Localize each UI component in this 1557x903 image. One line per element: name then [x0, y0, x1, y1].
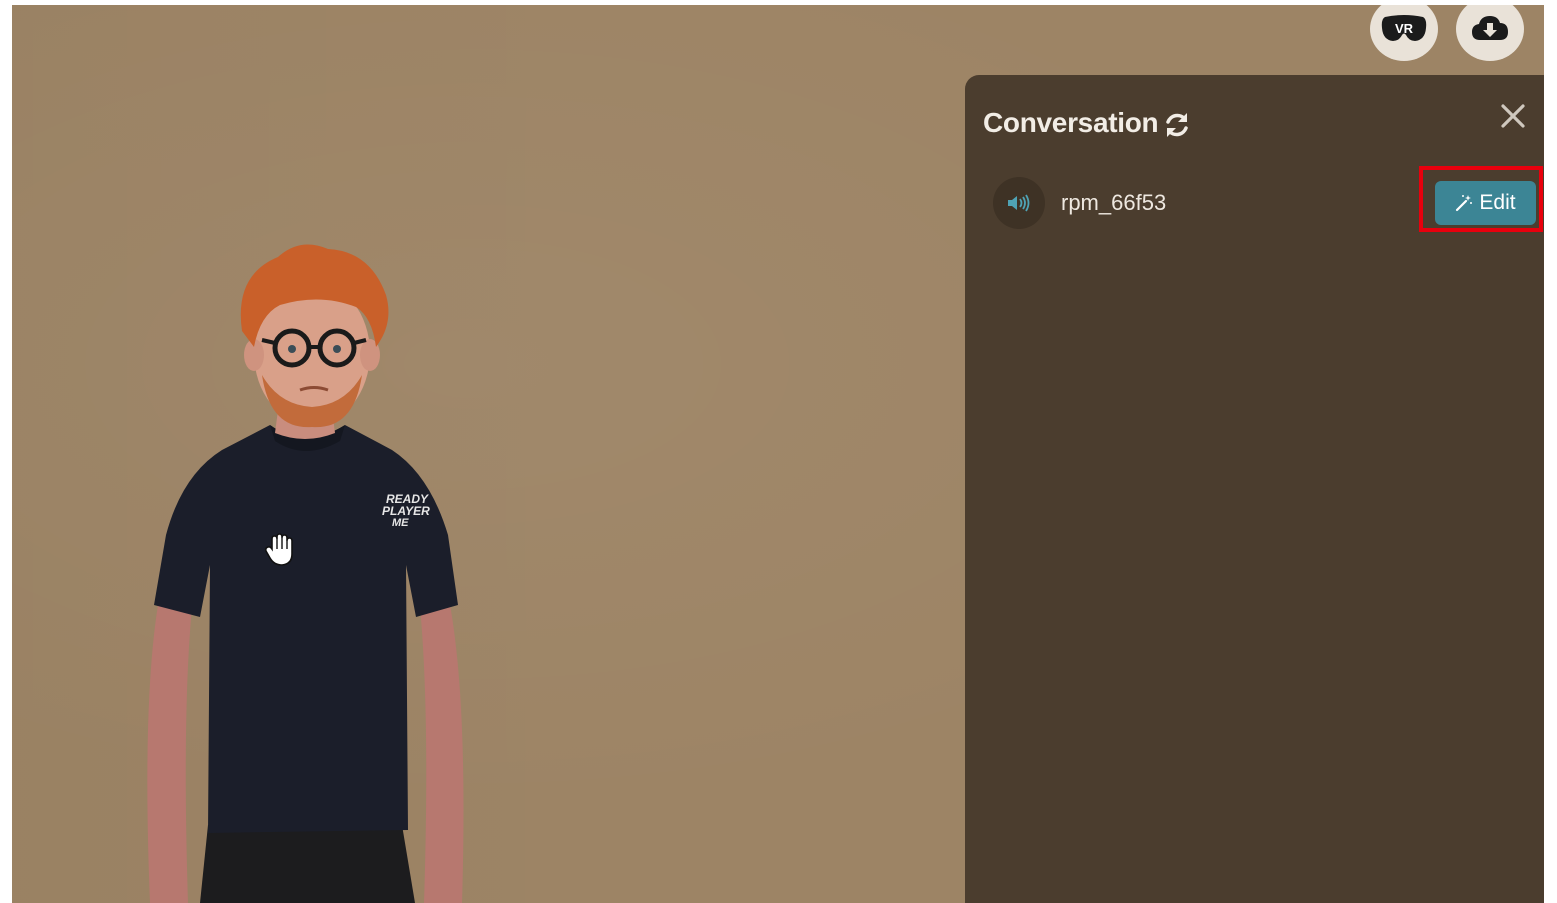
avatar-figure[interactable]: READY PLAYER ME: [130, 235, 480, 903]
panel-title: Conversation: [983, 107, 1159, 138]
shirt-logo-line-3: ME: [392, 517, 409, 529]
cloud-download-icon: [1472, 16, 1508, 40]
avatar-viewport[interactable]: READY PLAYER ME VR Conversation rpm_66f5…: [12, 5, 1544, 903]
vr-headset-icon: VR: [1381, 15, 1427, 41]
vr-label: VR: [1395, 21, 1414, 36]
close-icon[interactable]: [1500, 103, 1526, 129]
magic-wand-icon: [1456, 195, 1473, 212]
refresh-icon[interactable]: [1163, 111, 1191, 139]
shirt-logo-line-2: PLAYER: [382, 504, 430, 518]
edit-button-label: Edit: [1479, 191, 1516, 214]
speaker-button[interactable]: [993, 177, 1045, 229]
conversation-name: rpm_66f53: [1061, 190, 1167, 215]
speaker-icon: [1008, 194, 1030, 212]
hand-cursor-icon: [264, 533, 293, 566]
edit-button[interactable]: Edit: [1435, 181, 1536, 225]
